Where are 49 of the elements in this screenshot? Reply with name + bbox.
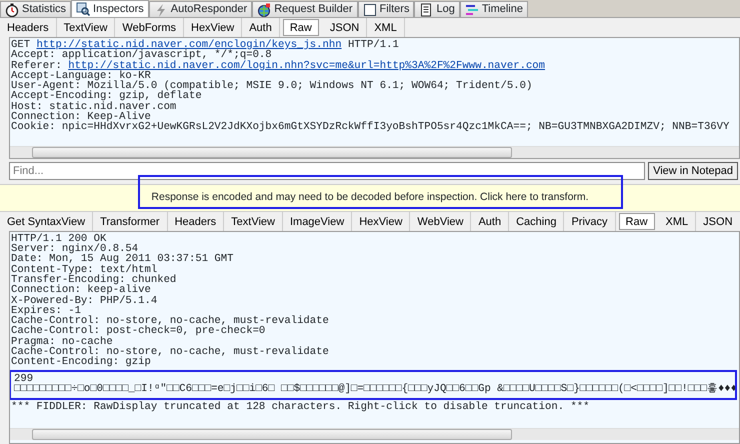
request-line: GET http://static.nid.naver.com/enclogin/keys_js.nhn HTTP/1.1 [11, 40, 400, 50]
response-line: Cache-Control: no-store, no-cache, must-revalidate [11, 347, 330, 358]
magnifier-icon [76, 2, 90, 16]
response-line: Date: Mon, 15 Aug 2011 03:37:51 GMT [11, 254, 235, 265]
request-line: Referer: http://static.nid.naver.com/login.nhn?svc=me&url=http%3A%2F%2Fwww.naver.com [11, 60, 546, 71]
scrollbar-thumb[interactable] [32, 429, 512, 440]
request-line: Cookie: npic=HHdXvrxG2+UewKGRsL2V2JdKXojbx6mGtXSYDzRckWffI3yoBshTPO5sr4Qzc1MkCA==; NB=GU3TMNBXGA2DIMZV; NNB=T36VY [11, 122, 730, 133]
request-line: Connection: Keep-Alive [11, 112, 151, 122]
response-body-line: □□□□□□□□□÷□o□0□□□□_□I!ᵅ"□□C6□□□=e□j□□i□6□ □□$□□□□□□@]□=□□□□□□{□□□yJQ□□6□□Gp &□□□□U□□□□S□}□□□□□□(□<□□□□]□□!□□□흫♦♦♦ [14, 384, 738, 394]
response-line: Cache-Control: no-store, no-cache, must-revalidate [11, 316, 330, 326]
globe-icon [257, 2, 272, 16]
tab[interactable]: Statistics [0, 1, 72, 17]
document-icon [419, 2, 434, 16]
response-line: Pragma: no-cache [11, 336, 113, 348]
stopwatch-icon [5, 2, 19, 16]
response-line: Expires: -1 [11, 306, 81, 316]
timeline-icon [464, 2, 479, 16]
tab[interactable]: Inspectors [71, 0, 149, 17]
tab[interactable]: Filters [358, 1, 414, 17]
link[interactable]: http://static.nid.naver.com/enclogin/keys_js.nhn [36, 39, 342, 51]
response-line: Cache-Control: post-check=0, pre-check=0 [11, 326, 266, 337]
response-line: Content-Type: text/html [11, 264, 158, 275]
checkbox-icon [362, 2, 376, 16]
response-body-line: 299 [14, 374, 34, 384]
horizontal-scrollbar[interactable] [10, 146, 739, 158]
request-line: Accept-Encoding: gzip, deflate [11, 91, 202, 102]
request-line: Accept-Language: ko-KR [11, 70, 151, 82]
find-field[interactable]: Find... [9, 162, 646, 180]
view-in-notepad-button[interactable]: View in Notepad [648, 162, 738, 180]
tab[interactable]: Raw [282, 19, 319, 36]
tab[interactable]: Request Builder [252, 1, 358, 17]
info-banner[interactable]: Response is encoded and may need to be decoded before inspection. Click here to transform. [0, 184, 740, 212]
request-line: User-Agent: Mozilla/5.0 (compatible; MSIE 9.0; Windows NT 6.1; WOW64; Trident/5.0) [11, 81, 534, 92]
horizontal-scrollbar[interactable] [10, 428, 739, 440]
tab[interactable]: AutoResponder [148, 1, 252, 17]
tab[interactable]: Timeline [460, 1, 528, 17]
response-line: Connection: keep-alive [11, 285, 151, 296]
response-line: HTTP/1.1 200 OK [11, 234, 106, 244]
response-line: Server: nginx/0.8.54 [11, 244, 138, 254]
tab[interactable]: Log [414, 1, 460, 17]
response-line: X-Powered-By: PHP/5.1.4 [11, 296, 158, 306]
response-line: Content-Encoding: gzip [11, 357, 152, 368]
tab[interactable]: Raw [618, 212, 655, 230]
response-line: Transfer-Encoding: chunked [11, 274, 178, 286]
request-line: Host: static.nid.naver.com [11, 102, 178, 112]
truncation-note: *** FIDDLER: RawDisplay truncated at 128 characters. Right-click to disable truncation. *** [11, 402, 591, 412]
request-line: Accept: application/javascript, */*;q=0.8 [11, 50, 272, 61]
link[interactable]: http://static.nid.naver.com/login.nhn?svc=me&url=http%3A%2F%2Fwww.naver.com [68, 60, 546, 72]
scrollbar-thumb[interactable] [32, 147, 512, 158]
